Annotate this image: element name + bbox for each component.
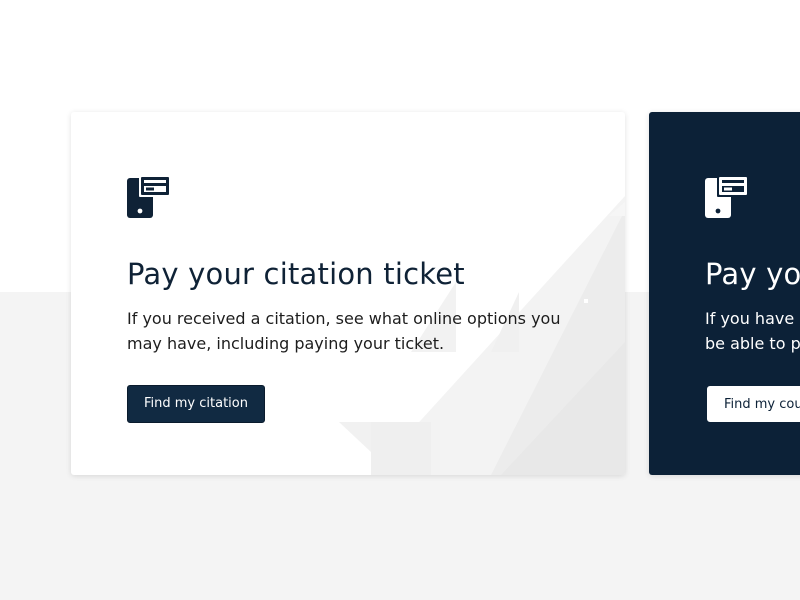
card-description: If you received a citation, see what onl… (127, 309, 561, 353)
court-fees-card: Pay your court fees If you have been ass… (649, 112, 800, 475)
card-title: Pay your court fees (705, 257, 800, 291)
find-my-court-case-button[interactable]: Find my court case (707, 386, 800, 422)
card-title: Pay your citation ticket (127, 257, 465, 291)
card-description: If you have been assigned court fees, se… (705, 309, 800, 353)
page: Pay your citation ticket If you received… (0, 0, 800, 600)
citation-card: Pay your citation ticket If you received… (71, 112, 625, 475)
mobile-payment-icon (127, 176, 171, 218)
mobile-payment-icon (705, 176, 749, 218)
find-my-citation-button[interactable]: Find my citation (127, 385, 265, 423)
